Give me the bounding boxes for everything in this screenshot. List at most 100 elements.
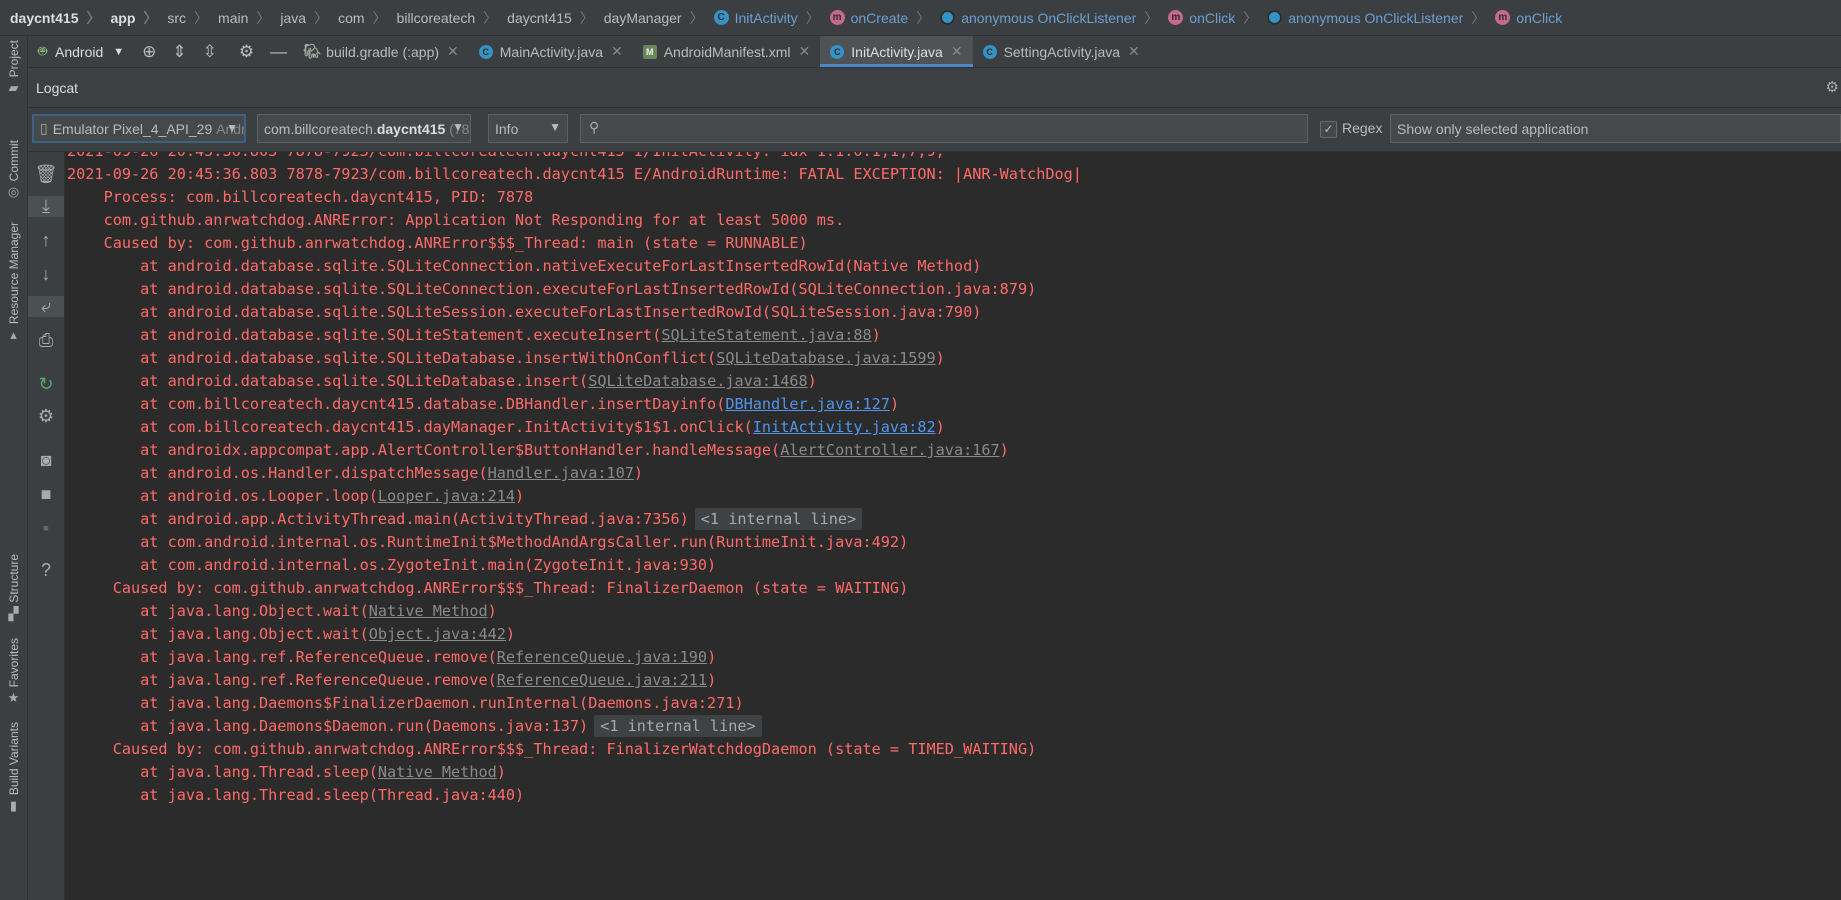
print-icon[interactable]: ⎙ bbox=[28, 330, 64, 351]
close-icon[interactable]: ✕ bbox=[951, 43, 963, 60]
source-link[interactable]: ReferenceQueue.java:211 bbox=[497, 671, 707, 689]
breadcrumb-item[interactable]: m onClick bbox=[1485, 10, 1562, 26]
log-search-field[interactable]: ⚲ bbox=[580, 114, 1308, 143]
down-arrow-icon[interactable]: ↓ bbox=[28, 264, 64, 285]
soft-wrap-icon[interactable]: ⤶ bbox=[28, 296, 64, 317]
breadcrumb-separator-icon: 〉 bbox=[256, 9, 271, 26]
close-icon[interactable]: ✕ bbox=[799, 43, 811, 60]
commit-tool-tab[interactable]: Commit ◎ bbox=[0, 140, 27, 200]
breadcrumb-item[interactable]: anonymous OnClickListener 〉 bbox=[1257, 8, 1485, 28]
source-link[interactable]: SQLiteStatement.java:88 bbox=[661, 326, 871, 344]
breadcrumb-item[interactable]: anonymous OnClickListener 〉 bbox=[930, 8, 1158, 28]
source-link[interactable]: Native Method bbox=[378, 763, 497, 781]
source-link[interactable]: DBHandler.java:127 bbox=[725, 395, 890, 413]
log-text: at android.database.sqlite.SQLiteConnect… bbox=[67, 280, 1037, 298]
help-icon[interactable]: ? bbox=[28, 560, 64, 581]
java-class-icon: C bbox=[982, 44, 997, 59]
log-text: at java.lang.ref.ReferenceQueue.remove( bbox=[67, 671, 497, 689]
build-variants-tab-label: Build Variants bbox=[6, 722, 21, 796]
breadcrumb-item[interactable]: m onClick 〉 bbox=[1158, 8, 1257, 28]
collapse-all-icon[interactable]: ⇳ bbox=[203, 42, 217, 62]
stop-icon[interactable]: ▪ bbox=[28, 518, 64, 539]
close-icon[interactable]: ✕ bbox=[447, 43, 459, 60]
breadcrumb-item[interactable]: daycnt415 〉 bbox=[0, 8, 100, 28]
favorites-tool-tab[interactable]: Favorites ★ bbox=[0, 638, 27, 706]
breadcrumb-item[interactable]: app 〉 bbox=[100, 8, 157, 28]
expand-all-icon[interactable]: ⇕ bbox=[172, 42, 186, 62]
app-filter-selector[interactable]: Show only selected application bbox=[1390, 114, 1841, 143]
source-link[interactable]: SQLiteDatabase.java:1468 bbox=[588, 372, 807, 390]
up-arrow-icon[interactable]: ↑ bbox=[28, 230, 64, 251]
log-text: Caused by: com.github.anrwatchdog.ANRErr… bbox=[67, 234, 808, 252]
video-icon[interactable]: ■ bbox=[28, 484, 64, 505]
source-link[interactable]: Handler.java:107 bbox=[488, 464, 634, 482]
resource-manager-tool-tab[interactable]: Resource Manager ▴ bbox=[0, 222, 27, 343]
internal-line-fold[interactable]: <1 internal line> bbox=[594, 715, 762, 737]
breadcrumb-item[interactable]: m onCreate 〉 bbox=[820, 8, 930, 28]
source-link[interactable]: Looper.java:214 bbox=[378, 487, 515, 505]
restart-icon[interactable]: ↻ bbox=[28, 374, 64, 395]
breadcrumb-item[interactable]: daycnt415 〉 bbox=[497, 8, 594, 28]
project-tab-label: Project bbox=[6, 40, 21, 78]
log-text: ) bbox=[633, 464, 644, 482]
internal-line-fold[interactable]: <1 internal line> bbox=[694, 508, 863, 530]
source-link[interactable]: InitActivity.java:82 bbox=[753, 418, 936, 436]
log-text: at com.android.internal.os.RuntimeInit$M… bbox=[67, 533, 909, 551]
camera-icon[interactable]: ◙ bbox=[28, 450, 64, 471]
log-text: ) bbox=[505, 625, 516, 643]
breadcrumb-label: anonymous OnClickListener bbox=[1288, 9, 1464, 26]
source-link[interactable]: Native Method bbox=[369, 602, 488, 620]
chevron-down-icon: ▼ bbox=[226, 121, 238, 135]
editor-tab-label: MainActivity.java bbox=[499, 43, 603, 60]
logcat-settings-icon[interactable]: ⚙ bbox=[1826, 78, 1839, 96]
editor-tab[interactable]: C MainActivity.java ✕ bbox=[469, 36, 633, 67]
breadcrumb-item[interactable]: src 〉 bbox=[157, 8, 208, 28]
breadcrumb-item[interactable]: C InitActivity 〉 bbox=[704, 8, 820, 28]
source-link[interactable]: ReferenceQueue.java:190 bbox=[497, 648, 707, 666]
breadcrumb-item[interactable]: billcoreatech 〉 bbox=[387, 8, 498, 28]
build-variants-tool-tab[interactable]: Build Variants ▮ bbox=[0, 722, 27, 814]
editor-tab[interactable]: C InitActivity.java ✕ bbox=[820, 36, 973, 67]
scroll-to-end-icon[interactable]: ⤓ bbox=[28, 196, 64, 217]
close-icon[interactable]: ✕ bbox=[1128, 43, 1140, 60]
log-text: ) bbox=[487, 602, 497, 620]
breadcrumb-item[interactable]: main 〉 bbox=[208, 8, 270, 28]
log-level-selector[interactable]: Info ▼ bbox=[488, 114, 568, 143]
breadcrumb-separator-icon: 〉 bbox=[143, 9, 158, 26]
editor-tabs: 🐘︎ build.gradle (:app) ✕ C MainActivity.java… bbox=[295, 36, 1150, 67]
log-text: at java.lang.Daemons$FinalizerDaemon.run… bbox=[67, 694, 744, 712]
device-selector[interactable]: ▯ Emulator Pixel_4_API_29 Andro ▼ bbox=[32, 114, 246, 143]
breadcrumb-item[interactable]: java 〉 bbox=[270, 8, 328, 28]
breadcrumb-item[interactable]: com 〉 bbox=[328, 8, 386, 28]
source-link[interactable]: SQLiteDatabase.java:1599 bbox=[716, 349, 935, 367]
editor-tab[interactable]: 🐘︎ build.gradle (:app) ✕ bbox=[295, 36, 469, 67]
log-text: com.github.anrwatchdog.ANRError: Applica… bbox=[67, 211, 845, 229]
clear-log-icon[interactable]: 🗑︎ bbox=[28, 164, 64, 185]
source-link[interactable]: Object.java:442 bbox=[369, 625, 506, 643]
editor-tab-label: SettingActivity.java bbox=[1003, 43, 1121, 60]
breadcrumb-separator-icon: 〉 bbox=[372, 9, 387, 26]
anonymous-class-icon bbox=[940, 10, 956, 25]
project-tool-tab[interactable]: Project ▰ bbox=[0, 40, 27, 96]
log-text: at android.database.sqlite.SQLiteStateme… bbox=[67, 326, 662, 344]
log-text: at com.billcoreatech.daycnt415.dayManage… bbox=[67, 418, 753, 436]
structure-tool-tab[interactable]: Structure ▞ bbox=[0, 554, 27, 622]
left-tool-stripe: Project ▰ Commit ◎ Resource Manager ▴ St… bbox=[0, 36, 28, 900]
locate-icon[interactable]: ⊕ bbox=[142, 42, 156, 62]
close-icon[interactable]: ✕ bbox=[611, 43, 623, 60]
source-link[interactable]: AlertController.java:167 bbox=[780, 441, 999, 459]
process-selector[interactable]: com.billcoreatech.daycnt415 (7878 ▼ bbox=[257, 114, 471, 143]
regex-checkbox[interactable]: ✓ bbox=[1320, 121, 1337, 138]
log-text: at java.lang.Thread.sleep( bbox=[67, 763, 378, 781]
hide-icon[interactable]: — bbox=[270, 42, 287, 62]
breadcrumb-label: anonymous OnClickListener bbox=[961, 9, 1137, 26]
log-line: at java.lang.Thread.sleep(Thread.java:44… bbox=[67, 782, 524, 809]
editor-tab[interactable]: M AndroidManifest.xml ✕ bbox=[633, 36, 821, 67]
log-text: ) bbox=[999, 441, 1009, 459]
gear-icon[interactable]: ⚙ bbox=[239, 42, 254, 62]
gear-icon[interactable]: ⚙ bbox=[28, 406, 64, 427]
breadcrumb-item[interactable]: dayManager 〉 bbox=[594, 8, 704, 28]
editor-tab[interactable]: C SettingActivity.java ✕ bbox=[973, 36, 1150, 67]
breadcrumb-label: onClick bbox=[1189, 9, 1236, 26]
project-view-selector[interactable]: 🤖︎ Android ▼ bbox=[38, 41, 124, 62]
